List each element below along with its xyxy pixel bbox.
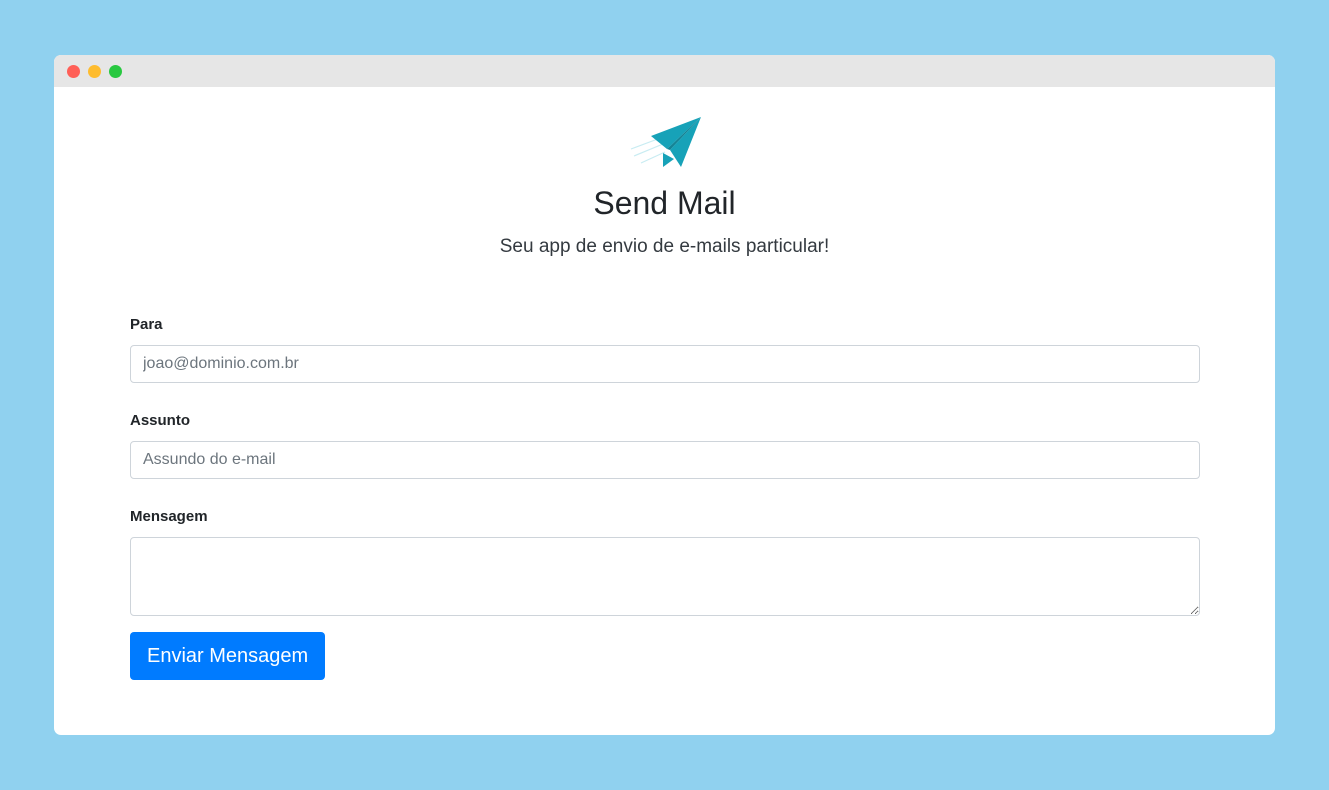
maximize-window-button[interactable] [109, 64, 122, 78]
send-message-button[interactable]: Enviar Mensagem [130, 632, 326, 680]
subject-label: Assunto [130, 412, 190, 429]
page-title: Send Mail [593, 185, 736, 221]
to-label: Para [130, 316, 163, 333]
window-titlebar [54, 55, 1275, 87]
close-window-button[interactable] [67, 64, 80, 78]
minimize-window-button[interactable] [88, 64, 101, 78]
to-input[interactable] [130, 345, 1200, 383]
browser-window: Send Mail Seu app de envio de e-mails pa… [54, 55, 1275, 735]
paper-plane-icon [630, 117, 701, 167]
send-mail-form: Para Assunto Mensagem Enviar Mensagem [130, 316, 1200, 680]
message-textarea[interactable] [130, 537, 1200, 616]
page-content: Send Mail Seu app de envio de e-mails pa… [54, 87, 1275, 735]
subject-input[interactable] [130, 441, 1200, 479]
page-subtitle: Seu app de envio de e-mails particular! [499, 236, 830, 257]
message-label: Mensagem [130, 508, 208, 525]
